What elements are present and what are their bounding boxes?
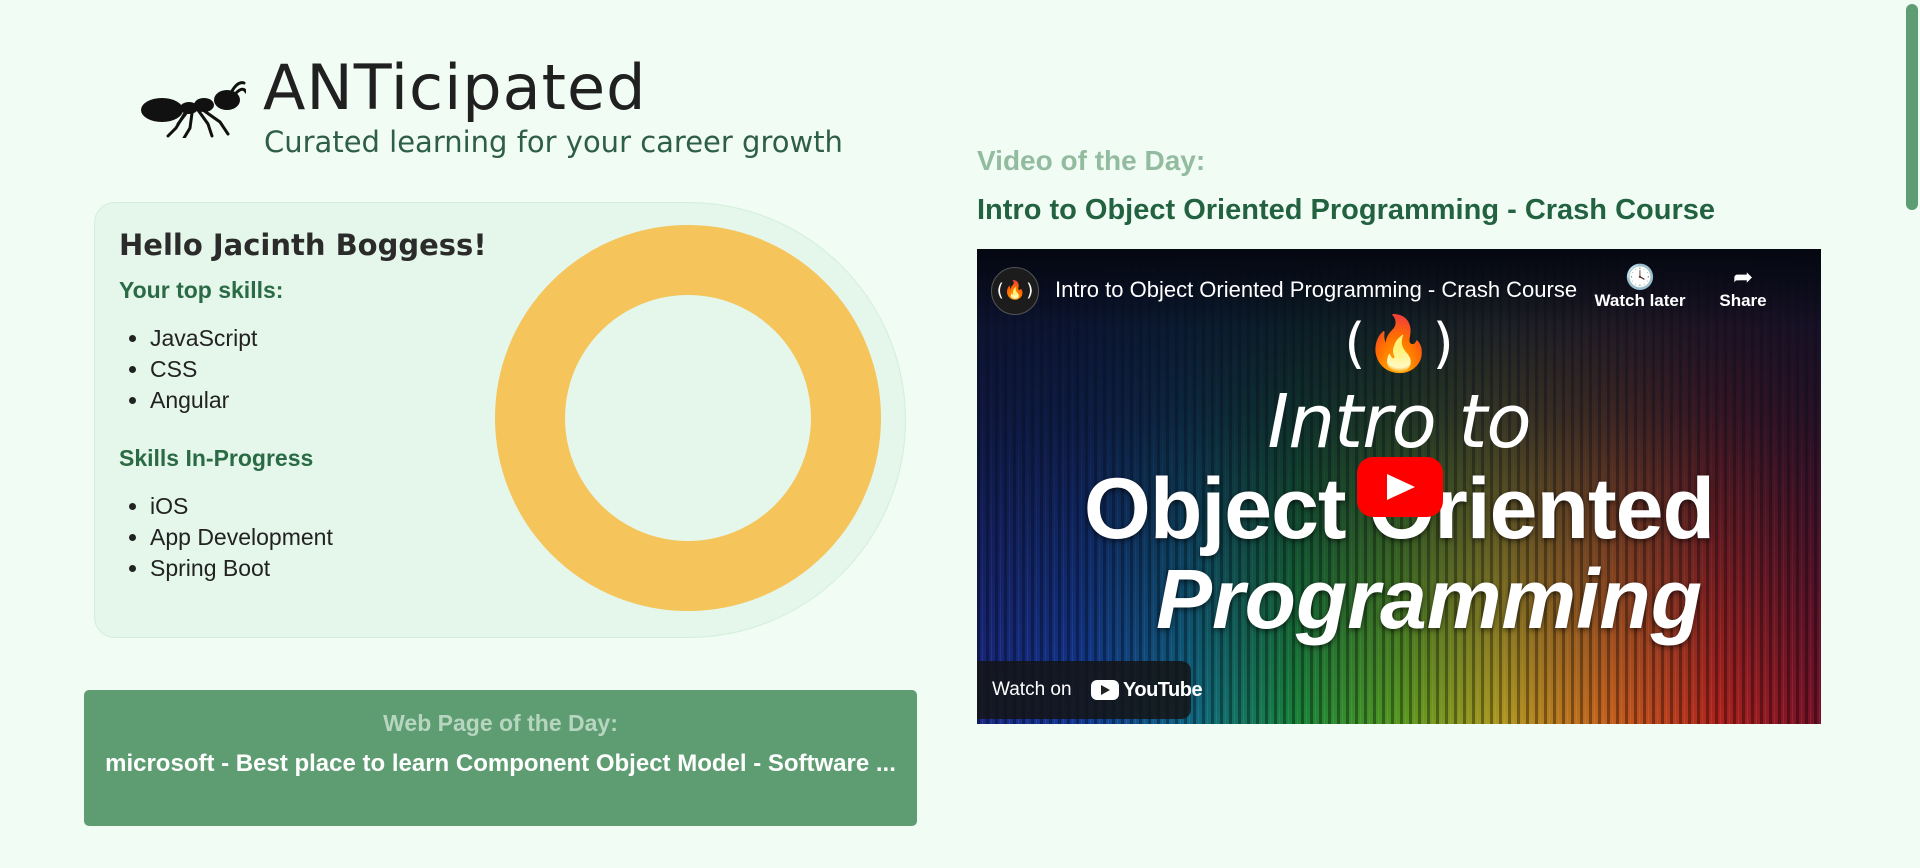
- page-scrollbar[interactable]: [1902, 0, 1920, 868]
- thumbnail-text-line1: Intro to: [1267, 379, 1531, 465]
- web-page-label: Web Page of the Day:: [383, 710, 618, 736]
- share-label: Share: [1719, 291, 1767, 310]
- channel-avatar[interactable]: (🔥): [991, 267, 1039, 315]
- app-title: ANTicipated: [263, 51, 647, 124]
- in-progress-heading: Skills In-Progress: [119, 445, 314, 471]
- thumbnail-logo: (🔥): [1344, 312, 1454, 375]
- youtube-play-icon: [1091, 680, 1119, 700]
- clock-icon: 🕓: [1625, 264, 1655, 291]
- play-button[interactable]: [1357, 457, 1443, 517]
- in-progress-list: iOS App Development Spring Boot: [119, 491, 333, 584]
- greeting: Hello Jacinth Boggess!: [119, 228, 487, 262]
- share-icon: ➦: [1732, 264, 1754, 291]
- video-of-the-day-title: Intro to Object Oriented Programming - C…: [977, 194, 1715, 226]
- skills-progress-ring: [495, 225, 881, 611]
- skill-item: JavaScript: [150, 323, 257, 354]
- player-video-title[interactable]: Intro to Object Oriented Programming - C…: [1055, 275, 1577, 305]
- skill-item: Spring Boot: [150, 553, 333, 584]
- skill-item: App Development: [150, 522, 333, 553]
- web-page-of-the-day-card[interactable]: Web Page of the Day: microsoft - Best pl…: [84, 690, 917, 826]
- play-icon: [1387, 474, 1415, 500]
- skill-item: iOS: [150, 491, 333, 522]
- youtube-video-player[interactable]: (🔥) Intro to Object Oriented Programming…: [977, 249, 1821, 724]
- top-skills-list: JavaScript CSS Angular: [119, 323, 257, 416]
- watch-on-label: Watch on: [992, 679, 1072, 700]
- share-button[interactable]: ➦ Share: [1703, 265, 1783, 311]
- profile-card: Hello Jacinth Boggess! Your top skills: …: [94, 202, 906, 638]
- app-tagline: Curated learning for your career growth: [264, 125, 843, 159]
- video-of-the-day-label: Video of the Day:: [977, 145, 1206, 176]
- thumbnail-text-line3: Programming: [1155, 552, 1703, 646]
- scrollbar-thumb[interactable]: [1906, 4, 1918, 210]
- top-skills-heading: Your top skills:: [119, 277, 284, 303]
- web-page-title-link[interactable]: microsoft - Best place to learn Componen…: [102, 748, 899, 780]
- skill-item: CSS: [150, 354, 257, 385]
- watch-later-button[interactable]: 🕓 Watch later: [1590, 265, 1690, 311]
- watch-later-label: Watch later: [1594, 291, 1686, 310]
- skill-item: Angular: [150, 385, 257, 416]
- watch-on-youtube-button[interactable]: Watch on YouTube: [977, 661, 1203, 719]
- ant-logo-icon: [141, 81, 246, 138]
- youtube-wordmark: YouTube: [1123, 679, 1203, 701]
